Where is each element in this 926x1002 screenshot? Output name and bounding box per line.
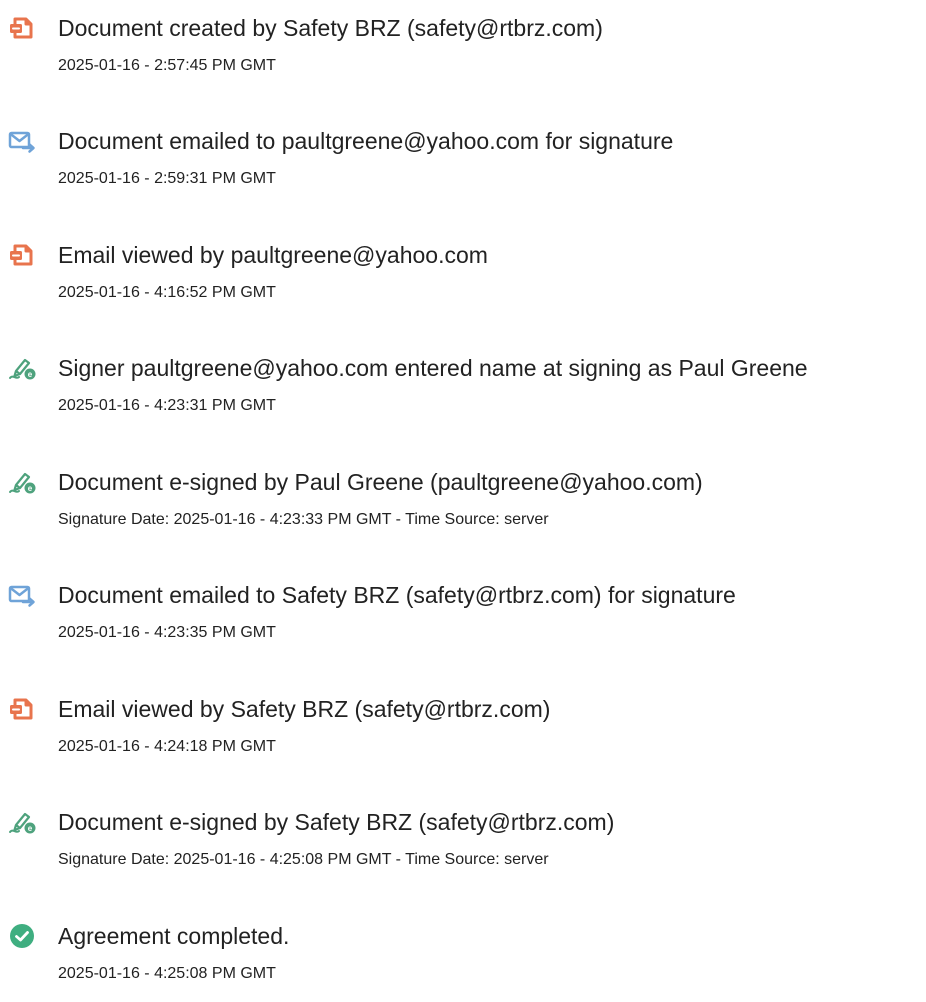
event-signature-date: Signature Date: 2025-01-16 - 4:25:08 PM … (58, 851, 549, 868)
document-icon (8, 241, 36, 269)
event-timestamp: 2025-01-16 - 4:23:35 PM GMT (58, 624, 276, 641)
document-icon (8, 695, 36, 723)
event-signature-date: Signature Date: 2025-01-16 - 4:23:33 PM … (58, 511, 549, 528)
svg-text:e: e (28, 370, 33, 379)
check-circle-icon (8, 922, 36, 950)
sign-icon: e (8, 354, 36, 382)
event-title: Email viewed by paultgreene@yahoo.com (58, 242, 488, 268)
event-title: Email viewed by Safety BRZ (safety@rtbrz… (58, 696, 551, 722)
event-timestamp: 2025-01-16 - 4:24:18 PM GMT (58, 738, 276, 755)
sign-icon: e (8, 808, 36, 836)
svg-text:e: e (28, 484, 33, 493)
audit-event-email-viewed: Email viewed by paultgreene@yahoo.com 20… (0, 241, 926, 321)
document-icon (8, 14, 36, 42)
event-title: Document created by Safety BRZ (safety@r… (58, 15, 603, 41)
event-title: Agreement completed. (58, 923, 290, 949)
event-timestamp: 2025-01-16 - 4:23:31 PM GMT (58, 397, 276, 414)
email-icon (8, 581, 36, 609)
event-title: Document emailed to paultgreene@yahoo.co… (58, 128, 674, 154)
svg-text:e: e (28, 824, 33, 833)
audit-event-name-entered: e Signer paultgreene@yahoo.com entered n… (0, 354, 926, 434)
audit-event-agreement-completed: Agreement completed. 2025-01-16 - 4:25:0… (0, 922, 926, 1002)
event-timestamp: 2025-01-16 - 4:16:52 PM GMT (58, 284, 276, 301)
event-timestamp: 2025-01-16 - 2:59:31 PM GMT (58, 170, 276, 187)
audit-trail-list: Document created by Safety BRZ (safety@r… (0, 0, 926, 994)
sign-icon: e (8, 468, 36, 496)
audit-event-document-created: Document created by Safety BRZ (safety@r… (0, 14, 926, 94)
audit-event-emailed: Document emailed to paultgreene@yahoo.co… (0, 127, 926, 207)
audit-event-e-signed: e Document e-signed by Paul Greene (paul… (0, 468, 926, 548)
event-title: Signer paultgreene@yahoo.com entered nam… (58, 355, 808, 381)
event-title: Document e-signed by Paul Greene (paultg… (58, 469, 703, 495)
event-title: Document e-signed by Safety BRZ (safety@… (58, 809, 615, 835)
audit-event-email-viewed: Email viewed by Safety BRZ (safety@rtbrz… (0, 695, 926, 775)
event-title: Document emailed to Safety BRZ (safety@r… (58, 582, 736, 608)
email-icon (8, 127, 36, 155)
event-timestamp: 2025-01-16 - 2:57:45 PM GMT (58, 57, 276, 74)
audit-event-emailed: Document emailed to Safety BRZ (safety@r… (0, 581, 926, 661)
audit-event-e-signed: e Document e-signed by Safety BRZ (safet… (0, 808, 926, 888)
event-timestamp: 2025-01-16 - 4:25:08 PM GMT (58, 965, 276, 982)
